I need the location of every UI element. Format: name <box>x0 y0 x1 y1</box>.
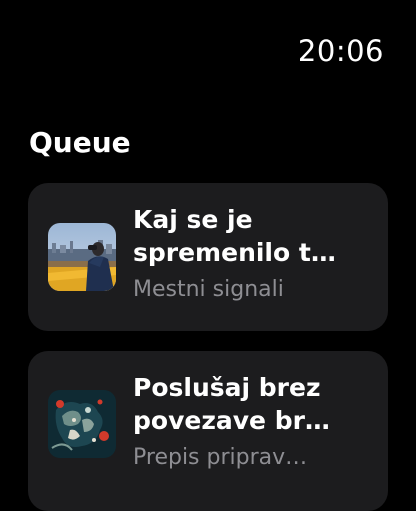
podcast-name: Mestni signali <box>133 277 284 302</box>
queue-item-2-text: Poslušaj brez povezave br… Prepis pripra… <box>133 371 368 472</box>
queue-item-1-text: Kaj se je spremenilo t… Mestni signali <box>133 203 368 304</box>
queue-item-2[interactable]: Poslušaj brez povezave br… Prepis pripra… <box>28 351 388 511</box>
abstract-map-artwork-icon <box>48 390 116 458</box>
episode-title: Kaj se je spremenilo t… <box>133 205 336 267</box>
episode-title: Poslušaj brez povezave br… <box>133 373 330 435</box>
status-time: 20:06 <box>297 34 384 68</box>
queue-title: Queue <box>29 126 131 159</box>
city-photographer-artwork-icon <box>48 223 116 291</box>
queue-item-1[interactable]: Kaj se je spremenilo t… Mestni signali <box>28 183 388 331</box>
transcript-status: Prepis priprav… <box>133 445 308 470</box>
